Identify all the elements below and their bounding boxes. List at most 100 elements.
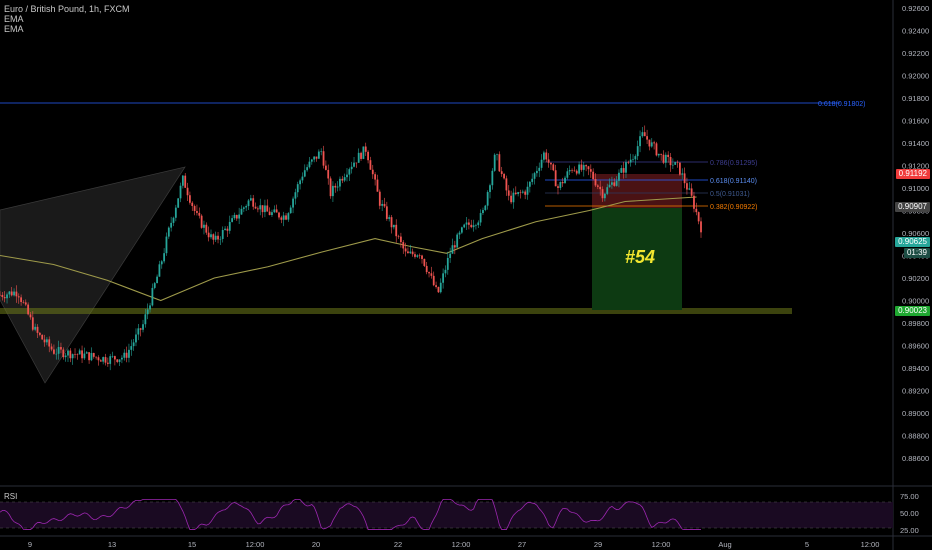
- candle-body: [221, 230, 224, 239]
- candle-body: [456, 234, 459, 248]
- candle-body: [226, 228, 229, 231]
- candle-body: [613, 182, 616, 186]
- candle-body: [339, 178, 341, 187]
- candle-body: [587, 166, 590, 170]
- candle-body: [303, 170, 306, 177]
- candle-body: [632, 159, 634, 160]
- candle-body: [287, 213, 290, 220]
- candle-body: [327, 169, 330, 179]
- candle-body: [688, 188, 691, 190]
- price-tick-label: 0.91800: [902, 94, 929, 103]
- candle-body: [578, 164, 580, 174]
- price-tick-label: 0.88800: [902, 432, 929, 441]
- candle-body: [125, 352, 128, 358]
- candle-body: [395, 224, 398, 237]
- candle-body: [566, 171, 569, 178]
- candle-body: [118, 359, 121, 362]
- rsi-indicator-label[interactable]: RSI: [4, 492, 17, 501]
- candle-body: [646, 136, 648, 140]
- candle-body: [273, 209, 276, 213]
- candle-body: [521, 191, 524, 193]
- ema-indicator-1[interactable]: EMA: [4, 14, 130, 24]
- candle-body: [409, 251, 412, 254]
- candle-body: [453, 245, 456, 248]
- candle-body: [83, 353, 86, 359]
- price-tick-label: 0.89600: [902, 342, 929, 351]
- price-axis[interactable]: 0.92600 0.92400 0.92200 0.92000 0.91800 0.916…: [902, 4, 929, 463]
- candle-body: [601, 189, 604, 199]
- candle-body: [247, 200, 250, 207]
- price-tick-label: 0.89000: [902, 409, 929, 418]
- candle-body: [575, 170, 578, 174]
- candle-body: [695, 208, 698, 213]
- candle-body: [179, 185, 182, 199]
- candle-body: [594, 178, 597, 186]
- candle-body: [634, 156, 637, 160]
- time-tick-label: 15: [188, 540, 196, 549]
- candle-body: [109, 356, 112, 364]
- candle-body: [526, 186, 529, 195]
- time-tick-label: 12:00: [861, 540, 880, 549]
- candle-body: [653, 142, 656, 144]
- candle-body: [392, 224, 395, 228]
- candle-body: [625, 162, 627, 173]
- candle-body: [186, 187, 189, 196]
- candle-body: [484, 205, 487, 211]
- candle-body: [10, 291, 13, 296]
- price-tick-label: 0.89400: [902, 364, 929, 373]
- price-tick-label: 0.91000: [902, 184, 929, 193]
- candle-body: [667, 154, 670, 158]
- candle-body: [385, 206, 388, 219]
- candle-body: [643, 132, 646, 137]
- candle-body: [160, 261, 163, 265]
- price-tick-label: 0.88600: [902, 454, 929, 463]
- price-tick-label: 0.91400: [902, 139, 929, 148]
- candle-body: [664, 154, 667, 163]
- rsi-axis: 75.00 50.00 25.00: [900, 492, 919, 535]
- candle-body: [29, 314, 32, 318]
- ema-indicator-2[interactable]: EMA: [4, 24, 130, 34]
- chart-canvas[interactable]: 0.618(0.91802) 0.786(0.91295) 0.618(0.91…: [0, 0, 932, 550]
- candle-body: [92, 353, 95, 357]
- rsi-tick-label: 25.00: [900, 526, 919, 535]
- price-tick-label: 0.89200: [902, 387, 929, 396]
- candle-body: [78, 350, 81, 355]
- candle-body: [240, 208, 243, 215]
- symbol-title[interactable]: Euro / British Pound, 1h, FXCM: [4, 4, 130, 14]
- candle-body: [479, 213, 482, 223]
- candle-body: [388, 217, 391, 219]
- countdown-badge: 01:39: [903, 248, 930, 258]
- time-axis[interactable]: 9 13 15 12:00 20 22 12:00 27 29 12:00 Aug 5 12:00: [28, 540, 879, 549]
- candle-body: [465, 222, 468, 225]
- candle-body: [444, 269, 447, 274]
- rsi-tick-label: 50.00: [900, 509, 919, 518]
- candle-body: [280, 217, 283, 220]
- candle-body: [48, 339, 51, 347]
- candle-body: [592, 171, 595, 179]
- candle-body: [449, 253, 452, 258]
- candle-body: [679, 162, 681, 175]
- candle-body: [53, 349, 55, 354]
- candle-body: [517, 192, 520, 195]
- candle-body: [123, 352, 126, 358]
- candle-body: [629, 159, 632, 163]
- candle-body: [618, 172, 620, 181]
- candle-body: [606, 187, 609, 194]
- candle-body: [3, 297, 6, 299]
- candle-body: [292, 198, 294, 208]
- candle-body: [674, 162, 677, 165]
- candle-body: [13, 291, 15, 296]
- candle-body: [470, 224, 473, 228]
- candle-body: [669, 157, 672, 166]
- candle-body: [486, 192, 489, 206]
- candle-body: [519, 192, 522, 193]
- candle-body: [170, 222, 173, 228]
- candle-body: [163, 253, 166, 262]
- stop-loss-zone[interactable]: [592, 174, 682, 208]
- candle-body: [329, 178, 332, 197]
- candle-body: [348, 169, 351, 175]
- candle-body: [589, 169, 592, 172]
- candle-body: [27, 304, 30, 315]
- trade-number-annotation[interactable]: #54: [625, 247, 655, 267]
- candle-body: [540, 159, 543, 168]
